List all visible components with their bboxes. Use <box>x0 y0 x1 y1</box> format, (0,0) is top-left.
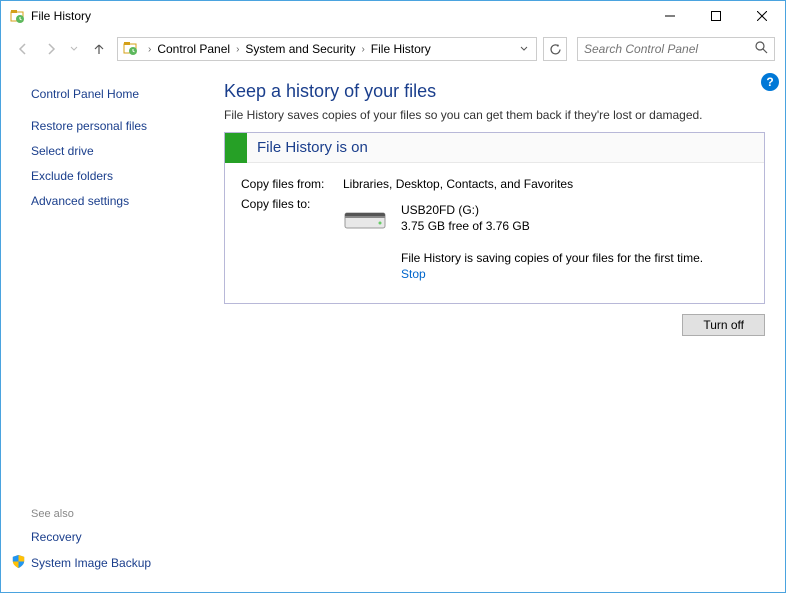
close-button[interactable] <box>739 1 785 31</box>
sidebar-link-exclude[interactable]: Exclude folders <box>31 169 196 183</box>
turn-off-button[interactable]: Turn off <box>682 314 765 336</box>
address-bar[interactable]: › Control Panel › System and Security › … <box>117 37 537 61</box>
content-area: Control Panel Home Restore personal file… <box>1 67 785 592</box>
chevron-right-icon[interactable]: › <box>232 44 243 55</box>
sidebar-link-advanced[interactable]: Advanced settings <box>31 194 196 208</box>
drive-free-space: 3.75 GB free of 3.76 GB <box>401 219 703 233</box>
copy-to-row: Copy files to: <box>241 197 748 281</box>
forward-button[interactable] <box>39 37 63 61</box>
app-icon <box>9 8 25 24</box>
status-body: Copy files from: Libraries, Desktop, Con… <box>225 163 764 303</box>
sidebar-link-restore[interactable]: Restore personal files <box>31 119 196 133</box>
search-box[interactable] <box>577 37 775 61</box>
sidebar-link-label: Recovery <box>31 530 82 544</box>
sidebar-link-system-image[interactable]: System Image Backup <box>11 554 196 572</box>
copy-to-value: USB20FD (G:) 3.75 GB free of 3.76 GB Fil… <box>343 197 748 281</box>
saving-message: File History is saving copies of your fi… <box>401 251 703 265</box>
window-controls <box>647 1 785 31</box>
breadcrumb-item[interactable]: Control Panel <box>155 42 232 56</box>
location-icon <box>122 40 140 58</box>
refresh-button[interactable] <box>543 37 567 61</box>
action-row: Turn off <box>224 314 765 336</box>
chevron-right-icon[interactable]: › <box>144 44 155 55</box>
search-icon[interactable] <box>755 41 768 57</box>
stop-link[interactable]: Stop <box>401 267 426 281</box>
address-dropdown-icon[interactable] <box>514 42 534 56</box>
drive-details: USB20FD (G:) 3.75 GB free of 3.76 GB Fil… <box>401 203 703 281</box>
see-also-label: See also <box>31 508 196 520</box>
titlebar: File History <box>1 1 785 31</box>
main-pane: ? Keep a history of your files File Hist… <box>206 67 785 592</box>
copy-from-row: Copy files from: Libraries, Desktop, Con… <box>241 177 748 191</box>
up-button[interactable] <box>89 39 109 59</box>
shield-icon <box>11 554 26 572</box>
copy-to-label: Copy files to: <box>241 197 343 281</box>
back-button[interactable] <box>11 37 35 61</box>
status-text: File History is on <box>247 139 368 156</box>
status-indicator-on <box>225 133 247 163</box>
recent-dropdown[interactable] <box>67 37 81 61</box>
sidebar-link-select-drive[interactable]: Select drive <box>31 144 196 158</box>
drive-name: USB20FD (G:) <box>401 203 703 217</box>
drive-info: USB20FD (G:) 3.75 GB free of 3.76 GB Fil… <box>343 203 748 281</box>
sidebar-link-label: System Image Backup <box>31 556 151 570</box>
sidebar-link-recovery[interactable]: Recovery <box>31 530 196 544</box>
navbar: › Control Panel › System and Security › … <box>1 31 785 67</box>
chevron-right-icon[interactable]: › <box>357 44 368 55</box>
status-header: File History is on <box>225 133 764 163</box>
window-title: File History <box>31 9 647 23</box>
minimize-button[interactable] <box>647 1 693 31</box>
page-subtitle: File History saves copies of your files … <box>224 108 765 122</box>
maximize-button[interactable] <box>693 1 739 31</box>
breadcrumb-item[interactable]: File History <box>369 42 433 56</box>
breadcrumb-item[interactable]: System and Security <box>243 42 357 56</box>
search-input[interactable] <box>584 42 755 56</box>
control-panel-home-link[interactable]: Control Panel Home <box>31 87 196 101</box>
page-title: Keep a history of your files <box>224 81 765 102</box>
status-panel: File History is on Copy files from: Libr… <box>224 132 765 304</box>
help-icon[interactable]: ? <box>761 73 779 91</box>
copy-from-label: Copy files from: <box>241 177 343 191</box>
drive-icon <box>343 203 387 234</box>
copy-from-value: Libraries, Desktop, Contacts, and Favori… <box>343 177 748 191</box>
sidebar: Control Panel Home Restore personal file… <box>1 67 206 592</box>
